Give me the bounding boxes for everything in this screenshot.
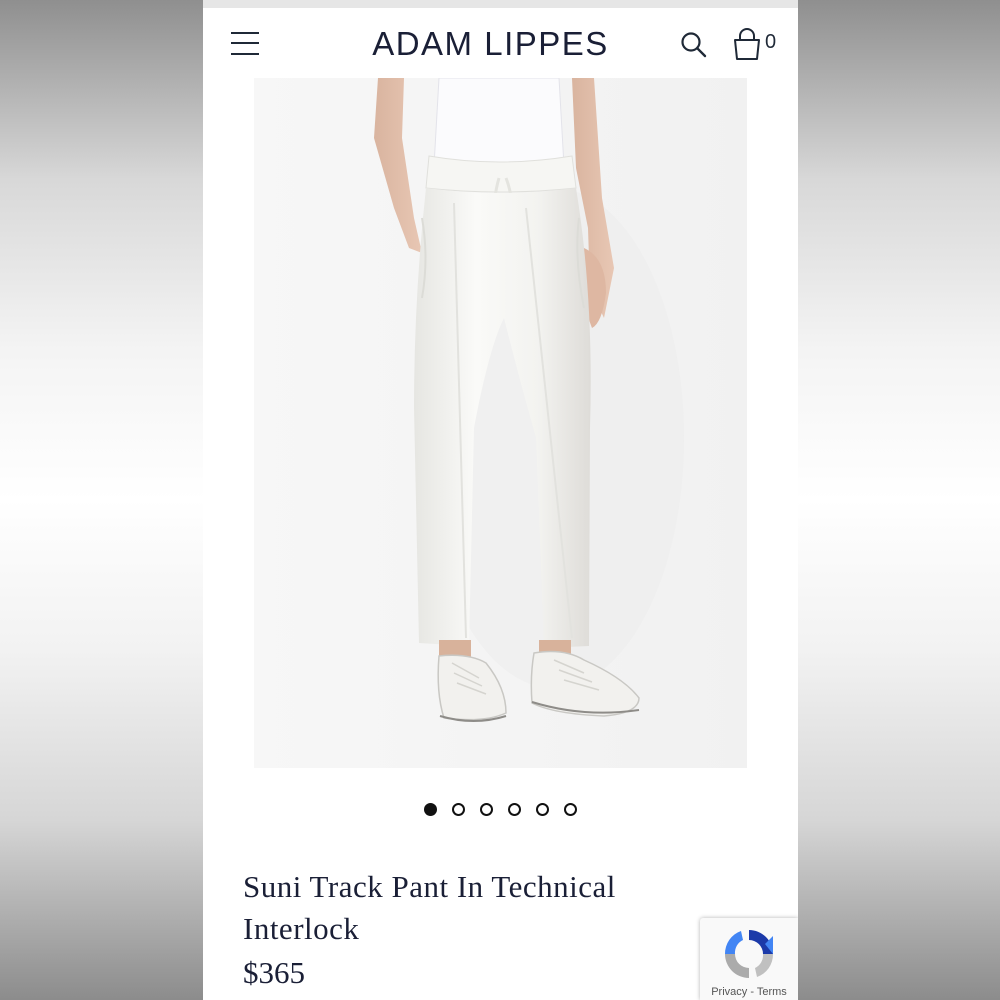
carousel-dot[interactable] [480,803,493,816]
carousel-dot[interactable] [424,803,437,816]
hamburger-menu-icon [231,32,259,34]
brand-logo[interactable]: ADAM LIPPES [348,24,633,64]
carousel-dot[interactable] [564,803,577,816]
recaptcha-badge[interactable]: Privacy - Terms [700,918,798,1000]
search-icon [681,32,707,58]
carousel-dot[interactable] [452,803,465,816]
cart-button[interactable]: 0 [731,28,781,64]
terms-link[interactable]: Terms [757,986,787,998]
carousel-dot[interactable] [536,803,549,816]
recaptcha-logo-icon [724,930,774,978]
hamburger-line [231,53,259,55]
link-separator: - [747,986,757,998]
carousel-dot[interactable] [508,803,521,816]
shopping-bag-icon [734,28,760,60]
privacy-link[interactable]: Privacy [711,986,747,998]
product-image[interactable] [254,78,747,768]
status-bar [203,0,798,8]
site-header: ADAM LIPPES 0 [203,8,798,78]
hamburger-line [231,42,259,44]
mobile-page: ADAM LIPPES 0 Suni Track Pant In Technic… [203,0,798,1000]
recaptcha-links: Privacy - Terms [700,986,798,998]
menu-button[interactable] [229,30,261,58]
carousel-indicators [203,803,798,816]
product-price: $365 [243,955,305,990]
product-photo [254,78,747,768]
product-title: Suni Track Pant In Technical Interlock [243,869,616,946]
cart-count: 0 [765,31,777,53]
search-button[interactable] [679,30,709,60]
